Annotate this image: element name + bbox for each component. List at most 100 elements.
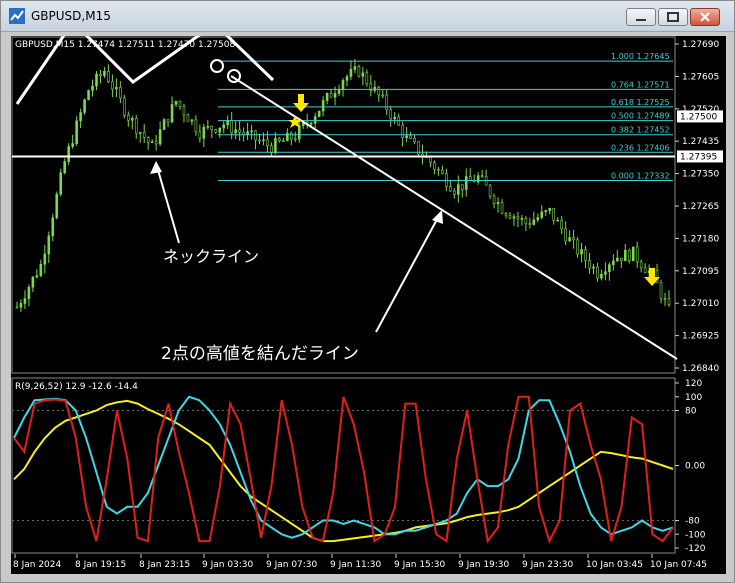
price-label: 1.27435 <box>682 137 719 147</box>
candle-body <box>560 219 563 230</box>
price-label: 1.27350 <box>682 170 719 180</box>
candle-body <box>182 106 186 116</box>
time-label: 9 Jan 07:30 <box>266 560 318 570</box>
fib-level-label: 0.236 1.27406 <box>611 143 670 152</box>
candle-body <box>456 184 460 195</box>
candle-body <box>333 93 337 98</box>
price-axis: 1.276901.276051.275201.274351.273501.272… <box>675 40 723 374</box>
candle-body <box>107 71 110 83</box>
candle-body <box>337 89 341 94</box>
price-label: 1.26925 <box>682 332 719 342</box>
candle-body <box>453 190 456 195</box>
candle-body <box>67 146 70 162</box>
chart-canvas[interactable]: 1.000 1.27645 0.764 1.27571 0.618 1.27525 0… <box>11 36 726 574</box>
candle-body <box>437 168 440 171</box>
candlestick-series <box>15 58 671 312</box>
arrow-head <box>432 210 443 224</box>
time-label: 8 Jan 2024 <box>13 560 61 570</box>
candle-body <box>297 125 301 140</box>
candle-body <box>210 125 214 131</box>
candle-body <box>130 118 134 121</box>
time-label: 8 Jan 19:15 <box>75 560 126 570</box>
fib-level-label: 0.764 1.27571 <box>611 80 670 89</box>
price-panel-header: GBPUSD,M15 1.27474 1.27511 1.27470 1.275… <box>15 40 235 50</box>
price-label: 1.27605 <box>682 72 719 82</box>
candle-body <box>317 110 321 117</box>
candle-body <box>345 76 349 81</box>
candle-body <box>250 130 253 133</box>
candle-body <box>146 137 150 143</box>
candle-body <box>528 223 532 225</box>
candle-body <box>381 94 385 97</box>
candle-body <box>329 92 333 98</box>
price-highlight-label: 1.27395 <box>680 152 717 162</box>
candle-body <box>508 214 512 219</box>
candle-body <box>134 118 138 134</box>
candle-body <box>504 213 508 216</box>
candle-body <box>75 120 78 144</box>
candle-body <box>194 119 198 133</box>
candle-body <box>635 246 639 263</box>
candle-body <box>115 87 118 90</box>
candle-body <box>496 202 500 204</box>
candle-body <box>51 217 55 237</box>
candle-body <box>202 126 206 139</box>
candle-body <box>99 73 102 76</box>
close-button[interactable] <box>690 8 720 26</box>
candle-body <box>468 176 472 181</box>
candle-body <box>230 120 233 134</box>
candle-body <box>620 257 623 262</box>
candle-body <box>600 274 603 279</box>
candle-body <box>584 249 587 261</box>
arrow-head <box>150 161 162 174</box>
price-label: 1.27265 <box>682 202 719 212</box>
candle-body <box>492 195 496 204</box>
price-label: 1.27010 <box>682 299 719 309</box>
candle-body <box>282 140 285 143</box>
candle-body <box>278 138 281 142</box>
candle-body <box>631 246 635 262</box>
fibonacci-retracement: 1.000 1.27645 0.764 1.27571 0.618 1.27525 0… <box>218 52 673 181</box>
time-axis: 8 Jan 2024 8 Jan 19:15 8 Jan 23:15 9 Jan 03… <box>13 554 707 570</box>
candle-body <box>154 141 158 145</box>
fib-level-label: 0.500 1.27489 <box>611 112 670 121</box>
indicator-axis: 120 100 80 0.00 -80 -100 -120 <box>675 379 706 554</box>
chart-area[interactable]: 1.000 1.27645 0.764 1.27571 0.618 1.27525 0… <box>11 36 726 574</box>
candle-body <box>63 161 66 174</box>
candle-body <box>564 228 567 242</box>
candle-body <box>616 257 619 262</box>
time-label: 9 Jan 11:30 <box>330 560 382 570</box>
time-label: 9 Jan 03:30 <box>202 560 254 570</box>
high-marker-1 <box>210 59 224 73</box>
trendline-pointer-arrow <box>375 211 442 333</box>
candle-body <box>377 86 381 96</box>
candle-body <box>588 260 591 269</box>
candle-body <box>258 139 261 142</box>
minimize-button[interactable] <box>626 8 656 26</box>
candle-body <box>190 119 194 122</box>
candle-body <box>198 131 202 139</box>
candle-body <box>150 141 154 143</box>
candle-body <box>639 261 643 269</box>
candle-body <box>441 169 444 174</box>
indicator-label: -100 <box>685 530 706 540</box>
candle-body <box>142 132 146 138</box>
candle-body <box>59 172 63 195</box>
candle-body <box>19 303 23 308</box>
candle-body <box>325 92 329 101</box>
candle-body <box>218 127 222 133</box>
candle-body <box>47 235 51 255</box>
fib-level-label: 0.382 1.27452 <box>611 126 670 135</box>
candle-body <box>341 80 345 90</box>
candle-body <box>43 253 47 265</box>
maximize-button[interactable] <box>658 8 688 26</box>
oscillator-lines <box>12 395 675 544</box>
candle-body <box>592 266 595 269</box>
candle-body <box>401 124 404 139</box>
candle-body <box>162 119 166 130</box>
candle-body <box>596 266 599 279</box>
neckline-annotation: ネックライン <box>163 247 259 266</box>
price-label: 1.26840 <box>682 364 719 374</box>
candle-body <box>71 143 74 147</box>
title-bar[interactable]: GBPUSD,M15 <box>1 1 734 32</box>
